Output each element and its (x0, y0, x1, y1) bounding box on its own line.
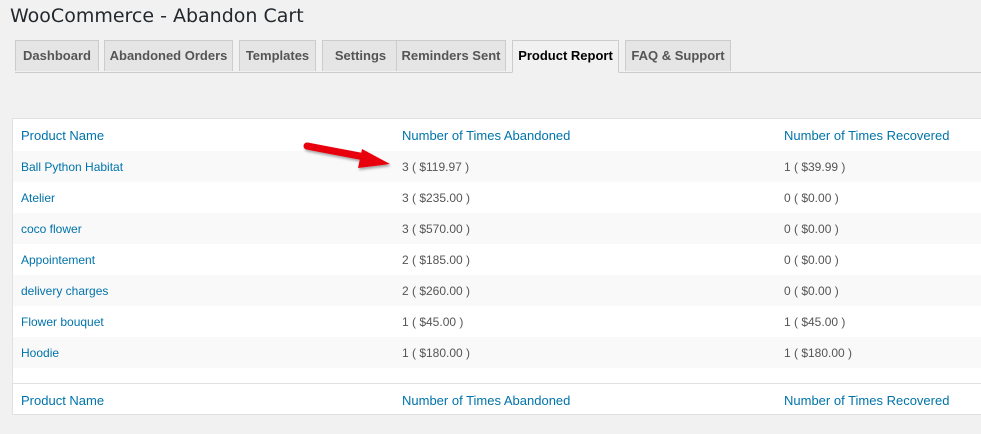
abandoned-value: 3 ( $235.00 ) (402, 190, 471, 205)
recovered-value: 0 ( $0.00 ) (784, 252, 839, 267)
recovered-value: 0 ( $0.00 ) (784, 283, 839, 298)
product-link[interactable]: Flower bouquet (21, 306, 104, 337)
tab-dashboard[interactable]: Dashboard (15, 40, 99, 71)
abandoned-value: 3 ( $119.97 ) (402, 159, 470, 174)
tab-settings[interactable]: Settings (322, 40, 399, 71)
recovered-value: 0 ( $0.00 ) (784, 190, 839, 205)
recovered-value: 0 ( $0.00 ) (784, 221, 839, 236)
table-row: Ball Python Habitat 3 ( $119.97 ) 1 ( $3… (13, 151, 981, 182)
column-header-times-recovered[interactable]: Number of Times Recovered (784, 119, 949, 151)
footer-header-product-name[interactable]: Product Name (21, 384, 104, 416)
footer-header-times-abandoned[interactable]: Number of Times Abandoned (402, 384, 570, 416)
footer-header-times-recovered[interactable]: Number of Times Recovered (784, 384, 949, 416)
abandoned-value: 1 ( $180.00 ) (402, 345, 471, 360)
table-row: Atelier 3 ( $235.00 ) 0 ( $0.00 ) (13, 182, 981, 213)
abandoned-value: 2 ( $260.00 ) (402, 283, 471, 298)
product-link[interactable]: Atelier (21, 182, 55, 213)
product-link[interactable]: Hoodie (21, 337, 59, 368)
table-row: coco flower 3 ( $570.00 ) 0 ( $0.00 ) (13, 213, 981, 244)
product-link[interactable]: Appointement (21, 244, 95, 275)
abandoned-value: 3 ( $570.00 ) (402, 221, 471, 236)
tab-reminders-sent[interactable]: Reminders Sent (396, 40, 506, 71)
tab-templates[interactable]: Templates (239, 40, 316, 71)
abandoned-value: 1 ( $45.00 ) (402, 314, 464, 329)
column-header-times-abandoned[interactable]: Number of Times Abandoned (402, 119, 570, 151)
page-title: WooCommerce - Abandon Cart (10, 5, 304, 27)
column-header-product-name[interactable]: Product Name (21, 119, 104, 151)
table-footer-row: Product Name Number of Times Abandoned N… (13, 383, 981, 416)
table-row: Hoodie 1 ( $180.00 ) 1 ( $180.00 ) (13, 337, 981, 368)
table-row: Flower bouquet 1 ( $45.00 ) 1 ( $45.00 ) (13, 306, 981, 337)
table-row: Appointement 2 ( $185.00 ) 0 ( $0.00 ) (13, 244, 981, 275)
red-arrow-icon (303, 142, 390, 168)
nav-tabs: Dashboard Abandoned Orders Templates Set… (15, 40, 981, 73)
product-link[interactable]: delivery charges (21, 275, 108, 306)
recovered-value: 1 ( $39.99 ) (784, 159, 846, 174)
recovered-value: 1 ( $180.00 ) (784, 345, 853, 360)
tab-faq-support[interactable]: FAQ & Support (625, 40, 731, 71)
tab-abandoned-orders[interactable]: Abandoned Orders (104, 40, 233, 71)
product-link[interactable]: Ball Python Habitat (21, 151, 123, 182)
tab-product-report[interactable]: Product Report (512, 40, 619, 73)
table-row: delivery charges 2 ( $260.00 ) 0 ( $0.00… (13, 275, 981, 306)
abandoned-value: 2 ( $185.00 ) (402, 252, 471, 267)
recovered-value: 1 ( $45.00 ) (784, 314, 846, 329)
product-report-table: Product Name Number of Times Abandoned N… (12, 118, 981, 415)
table-header-row: Product Name Number of Times Abandoned N… (13, 119, 981, 152)
product-link[interactable]: coco flower (21, 213, 82, 244)
